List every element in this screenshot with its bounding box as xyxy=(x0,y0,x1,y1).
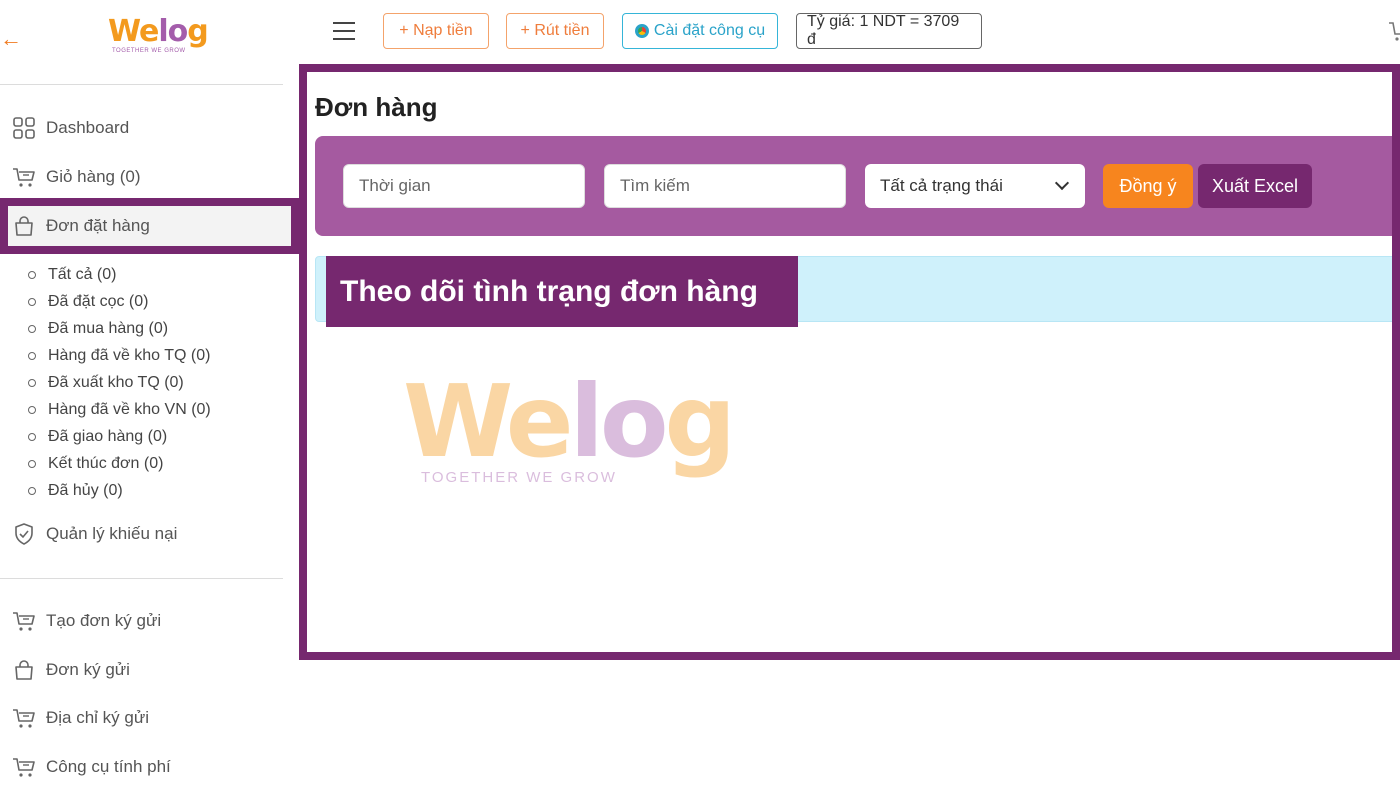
shield-check-icon xyxy=(12,522,36,546)
arrow-left-icon[interactable]: ← xyxy=(0,28,22,50)
sidebar-item-consignment-orders[interactable]: Đơn ký gửi xyxy=(0,650,300,690)
sidebar-item-consignment-address[interactable]: Địa chỉ ký gửi xyxy=(0,698,300,738)
sidebar-item-label: Địa chỉ ký gửi xyxy=(46,708,150,727)
sidebar-item-dashboard[interactable]: Dashboard xyxy=(0,108,300,148)
submenu-item[interactable]: Đã đặt cọc (0) xyxy=(28,289,211,316)
time-input[interactable]: Thời gian xyxy=(343,164,585,208)
main-content: Đơn hàng Thời gian Tìm kiếm Tất cả trạng… xyxy=(299,64,1400,660)
bag-icon xyxy=(12,658,36,682)
bullet-icon xyxy=(28,271,36,280)
submenu-item[interactable]: Đã hủy (0) xyxy=(28,477,211,504)
search-input[interactable]: Tìm kiếm xyxy=(604,164,846,208)
bullet-icon xyxy=(28,486,36,495)
menu-icon[interactable] xyxy=(333,22,355,40)
sidebar-item-label: Đơn ký gửi xyxy=(46,660,130,679)
cart-icon xyxy=(12,755,36,779)
sidebar-item-label: Tạo đơn ký gửi xyxy=(46,611,162,630)
sidebar-divider xyxy=(0,84,283,85)
bullet-icon xyxy=(28,459,36,468)
sidebar-item-label: Giỏ hàng (0) xyxy=(46,167,141,186)
sidebar-divider xyxy=(0,578,283,579)
cart-icon[interactable] xyxy=(1388,20,1400,48)
sidebar-item-label: Quản lý khiếu nại xyxy=(46,524,178,543)
bullet-icon xyxy=(28,298,36,307)
topbar: + Nạp tiền + Rút tiền Cài đặt công cụ Tỷ… xyxy=(300,0,1400,64)
orders-submenu: Tất cả (0) Đã đặt cọc (0) Đã mua hàng (0… xyxy=(28,262,211,504)
cart-icon xyxy=(12,609,36,633)
withdraw-button[interactable]: + Rút tiền xyxy=(506,13,604,49)
bullet-icon xyxy=(28,405,36,414)
bullet-icon xyxy=(28,432,36,441)
logo[interactable]: Welog TOGETHER WE GROW xyxy=(108,16,209,64)
deposit-button[interactable]: + Nạp tiền xyxy=(383,13,489,49)
submenu-item[interactable]: Kết thúc đơn (0) xyxy=(28,450,211,477)
apply-button[interactable]: Đồng ý xyxy=(1103,164,1193,208)
exchange-rate-badge: Tỷ giá: 1 NDT = 3709 đ xyxy=(796,13,982,49)
sidebar: ← Welog TOGETHER WE GROW Dashboard Giỏ h… xyxy=(0,0,300,800)
sidebar-item-label: Dashboard xyxy=(46,118,130,137)
bag-icon xyxy=(12,214,36,238)
submenu-item[interactable]: Hàng đã về kho VN (0) xyxy=(28,396,211,423)
page-title: Đơn hàng xyxy=(315,92,438,122)
sidebar-item-fee-calculator[interactable]: Công cụ tính phí xyxy=(0,747,300,787)
caption-banner: Theo dõi tình trạng đơn hàng xyxy=(326,256,798,327)
export-excel-button[interactable]: Xuất Excel xyxy=(1198,164,1312,208)
sidebar-item-complaints[interactable]: Quản lý khiếu nại xyxy=(0,514,300,554)
status-select[interactable]: Tất cả trạng thái xyxy=(865,164,1085,208)
submenu-item[interactable]: Đã giao hàng (0) xyxy=(28,423,211,450)
grid-icon xyxy=(12,116,36,140)
submenu-item[interactable]: Tất cả (0) xyxy=(28,262,211,289)
sidebar-item-cart[interactable]: Giỏ hàng (0) xyxy=(0,157,300,197)
sidebar-item-create-consignment[interactable]: Tạo đơn ký gửi xyxy=(0,601,300,641)
bullet-icon xyxy=(28,379,36,387)
watermark-logo: Welog TOGETHER WE GROW xyxy=(403,363,736,487)
submenu-item[interactable]: Đã mua hàng (0) xyxy=(28,316,211,343)
sidebar-item-label: Đơn đặt hàng xyxy=(46,216,150,235)
submenu-item[interactable]: Hàng đã về kho TQ (0) xyxy=(28,343,211,370)
sidebar-item-orders[interactable]: Đơn đặt hàng xyxy=(0,198,300,254)
filter-bar: Thời gian Tìm kiếm Tất cả trạng thái Đồn… xyxy=(315,136,1392,236)
install-tool-button[interactable]: Cài đặt công cụ xyxy=(622,13,778,49)
cart-icon xyxy=(12,706,36,730)
bullet-icon xyxy=(28,352,36,361)
cart-icon xyxy=(12,165,36,189)
chevron-down-icon xyxy=(1054,175,1070,191)
submenu-item[interactable]: Đã xuất kho TQ (0) xyxy=(28,370,211,397)
bullet-icon xyxy=(28,325,36,334)
chrome-icon xyxy=(634,24,649,38)
sidebar-item-label: Công cụ tính phí xyxy=(46,757,171,776)
